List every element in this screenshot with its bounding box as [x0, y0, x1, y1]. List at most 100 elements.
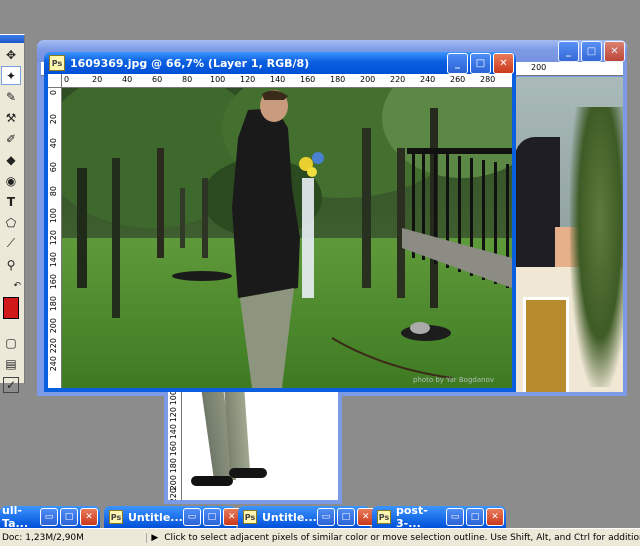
back-ruler-label: 200 [531, 63, 547, 72]
ruler-label: 80 [49, 186, 58, 197]
history-brush-tool[interactable]: ✐ [1, 129, 21, 148]
restore-button[interactable]: ▭ [40, 508, 58, 526]
ruler-label: 180 [49, 296, 58, 312]
ruler-label: 60 [49, 162, 58, 173]
maximize-button[interactable]: □ [470, 52, 491, 74]
brush-tool[interactable]: ✎ [1, 87, 21, 106]
maximize-button[interactable]: □ [202, 508, 221, 526]
man-ruler-label: 180 [169, 458, 178, 474]
ruler-label: 240 [49, 356, 58, 372]
back-photo-ornament [523, 297, 569, 392]
photo-watermark: photo by Yar Bogdanov [412, 376, 494, 384]
back-minimize-button[interactable]: _ [558, 40, 579, 62]
shape-icon: ⬠ [5, 215, 17, 230]
restore-button[interactable]: ▭ [446, 508, 464, 526]
foreground-color-swatch[interactable] [3, 297, 19, 319]
close-button[interactable]: ✕ [493, 52, 514, 74]
ruler-label: 100 [210, 75, 226, 84]
clone-stamp-icon: ⚒ [5, 110, 17, 125]
document-icon: Ps [243, 510, 257, 524]
man-ruler-label: 160 [169, 441, 178, 457]
ruler-label: 80 [182, 75, 193, 84]
move-tool[interactable]: ✥ [1, 45, 21, 64]
maximize-button[interactable]: □ [336, 508, 355, 526]
maximize-button[interactable]: □ [60, 508, 78, 526]
ruler-label: 60 [152, 75, 163, 84]
zoom-tool[interactable]: ⚲ [1, 255, 21, 274]
minimized-doc-label: post-3-... [396, 504, 428, 530]
eyedropper-tool[interactable]: ⟋ [1, 234, 21, 253]
ruler-label: 200 [49, 318, 58, 334]
clone-stamp-tool[interactable]: ⚒ [1, 108, 21, 127]
minimized-doc-3[interactable]: Ps Untitle... ▭ □ ✕ [238, 506, 375, 528]
ruler-label: 160 [49, 274, 58, 290]
toolbox-panel[interactable]: ✥ ✦ ✎ ⚒ ✐ ◆ ◉ T ⬠ ⟋ ⚲ ↶ ▢ ▤ ✓ [0, 34, 25, 393]
ruler-label: 260 [450, 75, 466, 84]
park-photo-canvas[interactable]: photo by Yar Bogdanov [62, 88, 512, 388]
maximize-button[interactable]: □ [466, 508, 484, 526]
doc-size-info[interactable]: Doc: 1,23M/2,90M [0, 532, 148, 543]
status-hint: Click to select adjacent pixels of simil… [164, 532, 640, 543]
paint-bucket-tool[interactable]: ◆ [1, 150, 21, 169]
toolbox-titlebar[interactable] [0, 35, 24, 43]
move-icon: ✥ [5, 47, 17, 62]
front-vertical-ruler[interactable]: 0 20 40 60 80 100 120 140 160 180 200 22… [48, 88, 62, 388]
document-icon: Ps [109, 510, 123, 524]
close-button[interactable]: ✕ [80, 508, 98, 526]
minimized-doc-label: Untitle... [128, 510, 183, 524]
swap-colors-button[interactable]: ↶ [1, 276, 21, 295]
ruler-label: 280 [480, 75, 496, 84]
minimized-doc-1[interactable]: ull-Ta... ▭ □ ✕ [0, 504, 100, 530]
ruler-label: 40 [122, 75, 133, 84]
man-document-window[interactable]: 100 120 140 160 180 200 220 [164, 380, 342, 504]
close-button[interactable]: ✕ [486, 508, 504, 526]
dodge-icon: ◉ [5, 173, 17, 188]
front-window-title: 1609369.jpg @ 66,7% (Layer 1, RGB/8) [70, 56, 310, 70]
minimize-button[interactable]: _ [447, 52, 468, 74]
ruler-label: 180 [330, 75, 346, 84]
front-horizontal-ruler[interactable]: 0 20 40 60 80 100 120 140 160 180 200 22… [62, 74, 512, 88]
back-photo-foliage [570, 107, 623, 387]
front-document-window[interactable]: Ps 1609369.jpg @ 66,7% (Layer 1, RGB/8) … [44, 52, 516, 392]
ruler-label: 140 [270, 75, 286, 84]
shape-tool[interactable]: ⬠ [1, 213, 21, 232]
man-ruler-label: 220 [169, 488, 178, 500]
back-document-canvas[interactable] [515, 77, 623, 392]
quick-mask-toggle[interactable]: ▢ [1, 333, 21, 352]
ruler-label: 0 [64, 75, 70, 84]
back-close-button[interactable]: ✕ [604, 40, 625, 62]
ruler-label: 100 [49, 208, 58, 224]
ruler-label: 0 [49, 90, 58, 96]
dodge-tool[interactable]: ◉ [1, 171, 21, 190]
eyedropper-icon: ⟋ [6, 236, 16, 250]
document-icon: Ps [377, 510, 391, 524]
ruler-label: 240 [420, 75, 436, 84]
ruler-label: 140 [49, 252, 58, 268]
minimized-doc-2[interactable]: Ps Untitle... ▭ □ ✕ [104, 506, 241, 528]
ruler-label: 200 [360, 75, 376, 84]
man-ruler-label: 140 [169, 424, 178, 440]
jump-icon: ✓ [2, 376, 20, 393]
screen-mode-icon: ▤ [5, 356, 17, 371]
front-window-titlebar[interactable]: Ps 1609369.jpg @ 66,7% (Layer 1, RGB/8) … [44, 52, 516, 74]
ruler-label: 40 [49, 138, 58, 149]
park-photo [62, 88, 512, 388]
status-arrow-icon[interactable]: ▶ [151, 533, 158, 543]
restore-button[interactable]: ▭ [182, 508, 201, 526]
ruler-label: 160 [300, 75, 316, 84]
zoom-icon: ⚲ [6, 257, 16, 272]
quick-mask-icon: ▢ [5, 335, 17, 350]
minimized-doc-4[interactable]: Ps post-3-... ▭ □ ✕ [372, 504, 506, 530]
ruler-origin[interactable] [48, 74, 62, 88]
screen-mode-button[interactable]: ▤ [1, 354, 21, 373]
magic-wand-tool[interactable]: ✦ [1, 66, 21, 85]
man-vertical-ruler[interactable]: 100 120 140 160 180 200 220 [168, 380, 182, 500]
document-icon: Ps [49, 55, 65, 71]
jump-to-imageready-button[interactable]: ✓ [1, 375, 21, 394]
restore-button[interactable]: ▭ [316, 508, 335, 526]
ruler-label: 220 [390, 75, 406, 84]
ruler-label: 20 [92, 75, 103, 84]
type-tool[interactable]: T [1, 192, 21, 211]
minimized-doc-label: ull-Ta... [2, 504, 29, 530]
back-maximize-button[interactable]: □ [581, 40, 602, 62]
